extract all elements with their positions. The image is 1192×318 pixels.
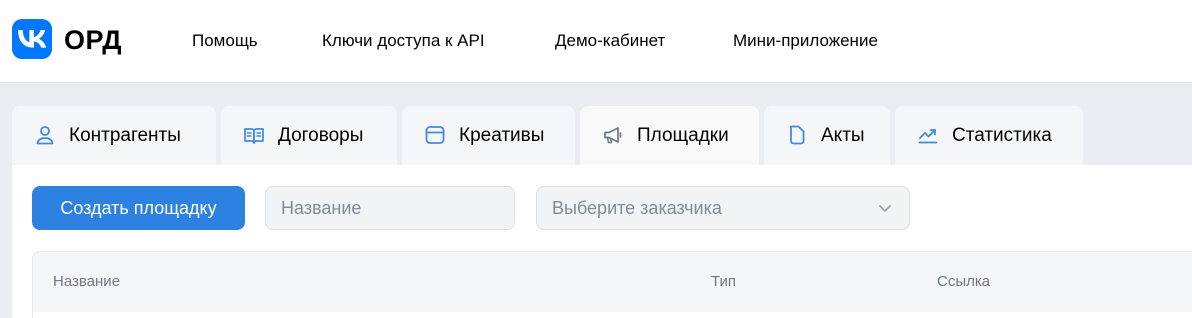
tab-creatives[interactable]: Креативы (402, 106, 575, 165)
tab-platforms[interactable]: Площадки (580, 106, 759, 165)
column-header-link[interactable]: Ссылка (937, 273, 990, 291)
document-icon (790, 125, 805, 145)
tab-counterparties[interactable]: Контрагенты (12, 106, 216, 165)
top-header: ОРД Помощь Ключи доступа к API Демо-каби… (0, 0, 1192, 82)
tab-label: Договоры (278, 125, 364, 146)
tab-label: Контрагенты (69, 125, 181, 146)
name-filter-input[interactable] (265, 186, 515, 230)
megaphone-icon (604, 127, 622, 144)
tab-contracts[interactable]: Договоры (221, 106, 397, 165)
nav-api-keys[interactable]: Ключи доступа к API (322, 31, 485, 51)
create-platform-button[interactable]: Создать площадку (32, 186, 245, 230)
nav-mini-app[interactable]: Мини-приложение (733, 31, 878, 51)
tab-acts[interactable]: Акты (764, 106, 890, 165)
table-body (32, 312, 1192, 318)
nav-help[interactable]: Помощь (192, 31, 258, 51)
table-header (32, 251, 1192, 313)
tab-label: Креативы (459, 125, 545, 146)
nav-demo-cabinet[interactable]: Демо-кабинет (555, 31, 665, 51)
tab-label: Статистика (952, 125, 1052, 146)
chart-icon (918, 129, 938, 144)
tab-statistics[interactable]: Статистика (895, 106, 1083, 165)
column-header-type[interactable]: Тип (711, 273, 736, 291)
customer-select[interactable] (536, 186, 910, 230)
user-icon (36, 126, 54, 145)
tab-label: Акты (821, 125, 865, 146)
tab-label: Площадки (637, 125, 729, 146)
book-icon (244, 128, 264, 144)
vk-logo-icon[interactable] (12, 19, 52, 59)
chevron-down-icon (879, 205, 891, 212)
column-header-name[interactable]: Название (53, 273, 120, 291)
card-icon (425, 126, 445, 144)
app-title[interactable]: ОРД (64, 24, 122, 56)
